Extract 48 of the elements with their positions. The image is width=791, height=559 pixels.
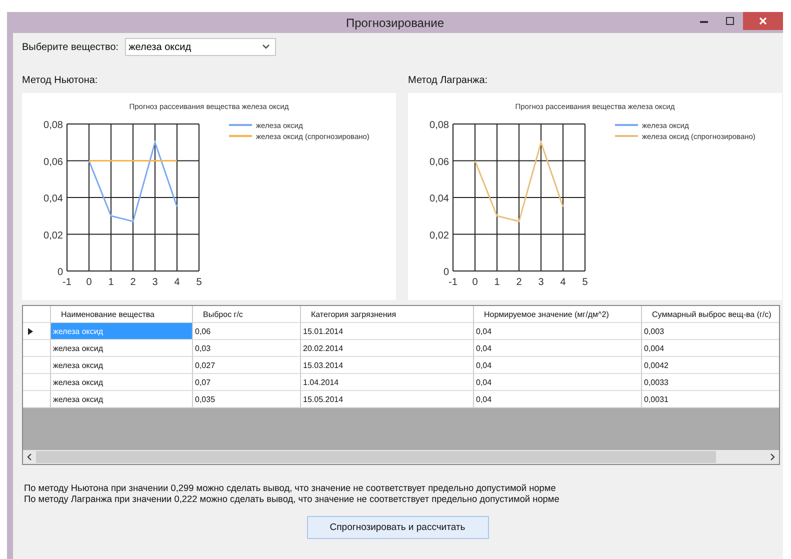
axis-tick-label: 4 [174,277,180,288]
axis-tick-label: 3 [538,277,544,288]
forecast-button[interactable]: Спрогнозировать и рассчитать [306,516,488,539]
axis-tick-label: 1 [494,277,500,288]
axis-tick-label: 0,08 [44,120,63,131]
table-cell: железа оксид [51,323,193,340]
axis-tick-label: 0,04 [44,194,63,204]
axis-tick-label: -1 [448,277,458,288]
axis-tick-label: 0,04 [430,194,449,204]
horizontal-scrollbar[interactable] [23,450,779,464]
substance-label: Выберите вещество: [22,42,119,52]
axis-tick-label: 2 [516,277,522,288]
axis-tick-label: -1 [62,277,72,288]
close-icon [758,16,768,26]
axis-tick-label: 0 [57,267,63,278]
window-title: Прогнозирование [346,16,444,30]
axis-tick-label: 5 [196,277,202,288]
chevron-down-icon [262,44,270,50]
table-cell: железа оксид [51,391,193,408]
axis-tick-label: 0 [86,277,92,288]
axis-tick-label: 0 [443,267,449,278]
axis-tick-label: 0 [472,277,478,288]
conclusion-text: По методу Ньютона при значении 0,299 можно сделать вывод, что значение не соответствует предельно допустимой норме [24,483,557,493]
axis-tick-label: 0,02 [44,230,63,242]
substance-dropdown[interactable]: железа оксид [124,38,276,56]
axis-tick-label: 0,06 [44,156,63,168]
current-row-icon [28,328,33,334]
table-cell: 15.05.2014 [301,391,474,408]
close-button[interactable] [743,12,783,30]
row-header[interactable] [23,323,51,340]
maximize-icon [725,16,735,26]
method-label: Метод Ньютона: [22,75,99,88]
scroll-left-icon[interactable] [26,453,34,461]
table-cell: 0,0031 [642,391,779,408]
scrollbar-thumb[interactable] [36,451,716,463]
axis-tick-label: 4 [560,277,566,288]
conclusion-text: По методу Лагранжа при значении 0,222 можно сделать вывод, что значение не соответствует предельно допустимой норме [24,494,560,504]
axis-tick-label: 1 [108,277,114,288]
axis-tick-label: 0,06 [430,156,449,168]
axis-tick-label: 0,02 [430,230,449,242]
table-cell: 0,035 [193,391,301,408]
axis-tick-label: 0,08 [430,120,449,131]
scroll-right-icon[interactable] [768,453,776,461]
axis-tick-label: 3 [152,277,158,288]
table-cell: 0,04 [474,391,642,408]
axis-tick-label: 5 [582,277,588,288]
method-label: Метод Лагранжа: [408,75,489,88]
axis-tick-label: 2 [130,277,136,288]
